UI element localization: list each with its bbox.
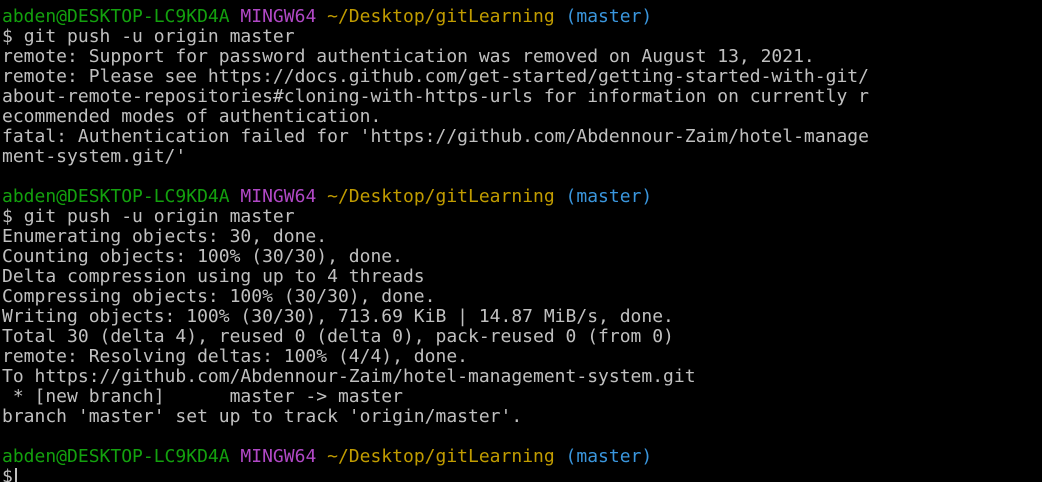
prompt-user-host: abden@DESKTOP-LC9KD4A xyxy=(2,446,230,467)
prompt-symbol: $ xyxy=(2,466,13,482)
prompt-path: ~/Desktop/gitLearning xyxy=(327,6,555,27)
output-line: Total 30 (delta 4), reused 0 (delta 0), … xyxy=(2,326,674,347)
prompt-line: abden@DESKTOP-LC9KD4A MINGW64 ~/Desktop/… xyxy=(2,447,1042,467)
prompt-system: MINGW64 xyxy=(240,6,317,27)
prompt-branch: (master) xyxy=(565,6,653,27)
output-line: ecommended modes of authentication. xyxy=(2,106,382,127)
output-line: ment-system.git/' xyxy=(2,146,187,167)
output-line: To https://github.com/Abdennour-Zaim/hot… xyxy=(2,366,696,387)
output-line: Counting objects: 100% (30/30), done. xyxy=(2,246,403,267)
prompt-system: MINGW64 xyxy=(240,186,317,207)
output-line: Enumerating objects: 30, done. xyxy=(2,226,328,247)
output-line: remote: Please see https://docs.github.c… xyxy=(2,66,869,87)
command-line: $ git push -u origin master xyxy=(2,207,1042,227)
output-line: branch 'master' set up to track 'origin/… xyxy=(2,406,523,427)
output-line: remote: Resolving deltas: 100% (4/4), do… xyxy=(2,346,468,367)
command-text: git push -u origin master xyxy=(23,26,295,47)
output-line: Compressing objects: 100% (30/30), done. xyxy=(2,286,436,307)
prompt-line: abden@DESKTOP-LC9KD4A MINGW64 ~/Desktop/… xyxy=(2,7,1042,27)
prompt-branch: (master) xyxy=(565,186,653,207)
output-line: Writing objects: 100% (30/30), 713.69 Ki… xyxy=(2,306,674,327)
output-line: * [new branch] master -> master xyxy=(2,386,403,407)
output-line: fatal: Authentication failed for 'https:… xyxy=(2,126,869,147)
terminal-window[interactable]: abden@DESKTOP-LC9KD4A MINGW64 ~/Desktop/… xyxy=(0,0,1042,482)
prompt-user-host: abden@DESKTOP-LC9KD4A xyxy=(2,186,230,207)
prompt-user-host: abden@DESKTOP-LC9KD4A xyxy=(2,6,230,27)
text-cursor[interactable] xyxy=(14,468,17,482)
prompt-branch: (master) xyxy=(565,446,653,467)
prompt-line: abden@DESKTOP-LC9KD4A MINGW64 ~/Desktop/… xyxy=(2,187,1042,207)
prompt-system: MINGW64 xyxy=(240,446,317,467)
prompt-path: ~/Desktop/gitLearning xyxy=(327,446,555,467)
prompt-symbol: $ xyxy=(2,26,13,47)
active-command-line[interactable]: $ xyxy=(2,467,1042,482)
command-line: $ git push -u origin master xyxy=(2,27,1042,47)
output-line: remote: Support for password authenticat… xyxy=(2,46,815,67)
output-line: Delta compression using up to 4 threads xyxy=(2,266,425,287)
command-text: git push -u origin master xyxy=(23,206,295,227)
prompt-path: ~/Desktop/gitLearning xyxy=(327,186,555,207)
output-line: about-remote-repositories#cloning-with-h… xyxy=(2,86,869,107)
prompt-symbol: $ xyxy=(2,206,13,227)
